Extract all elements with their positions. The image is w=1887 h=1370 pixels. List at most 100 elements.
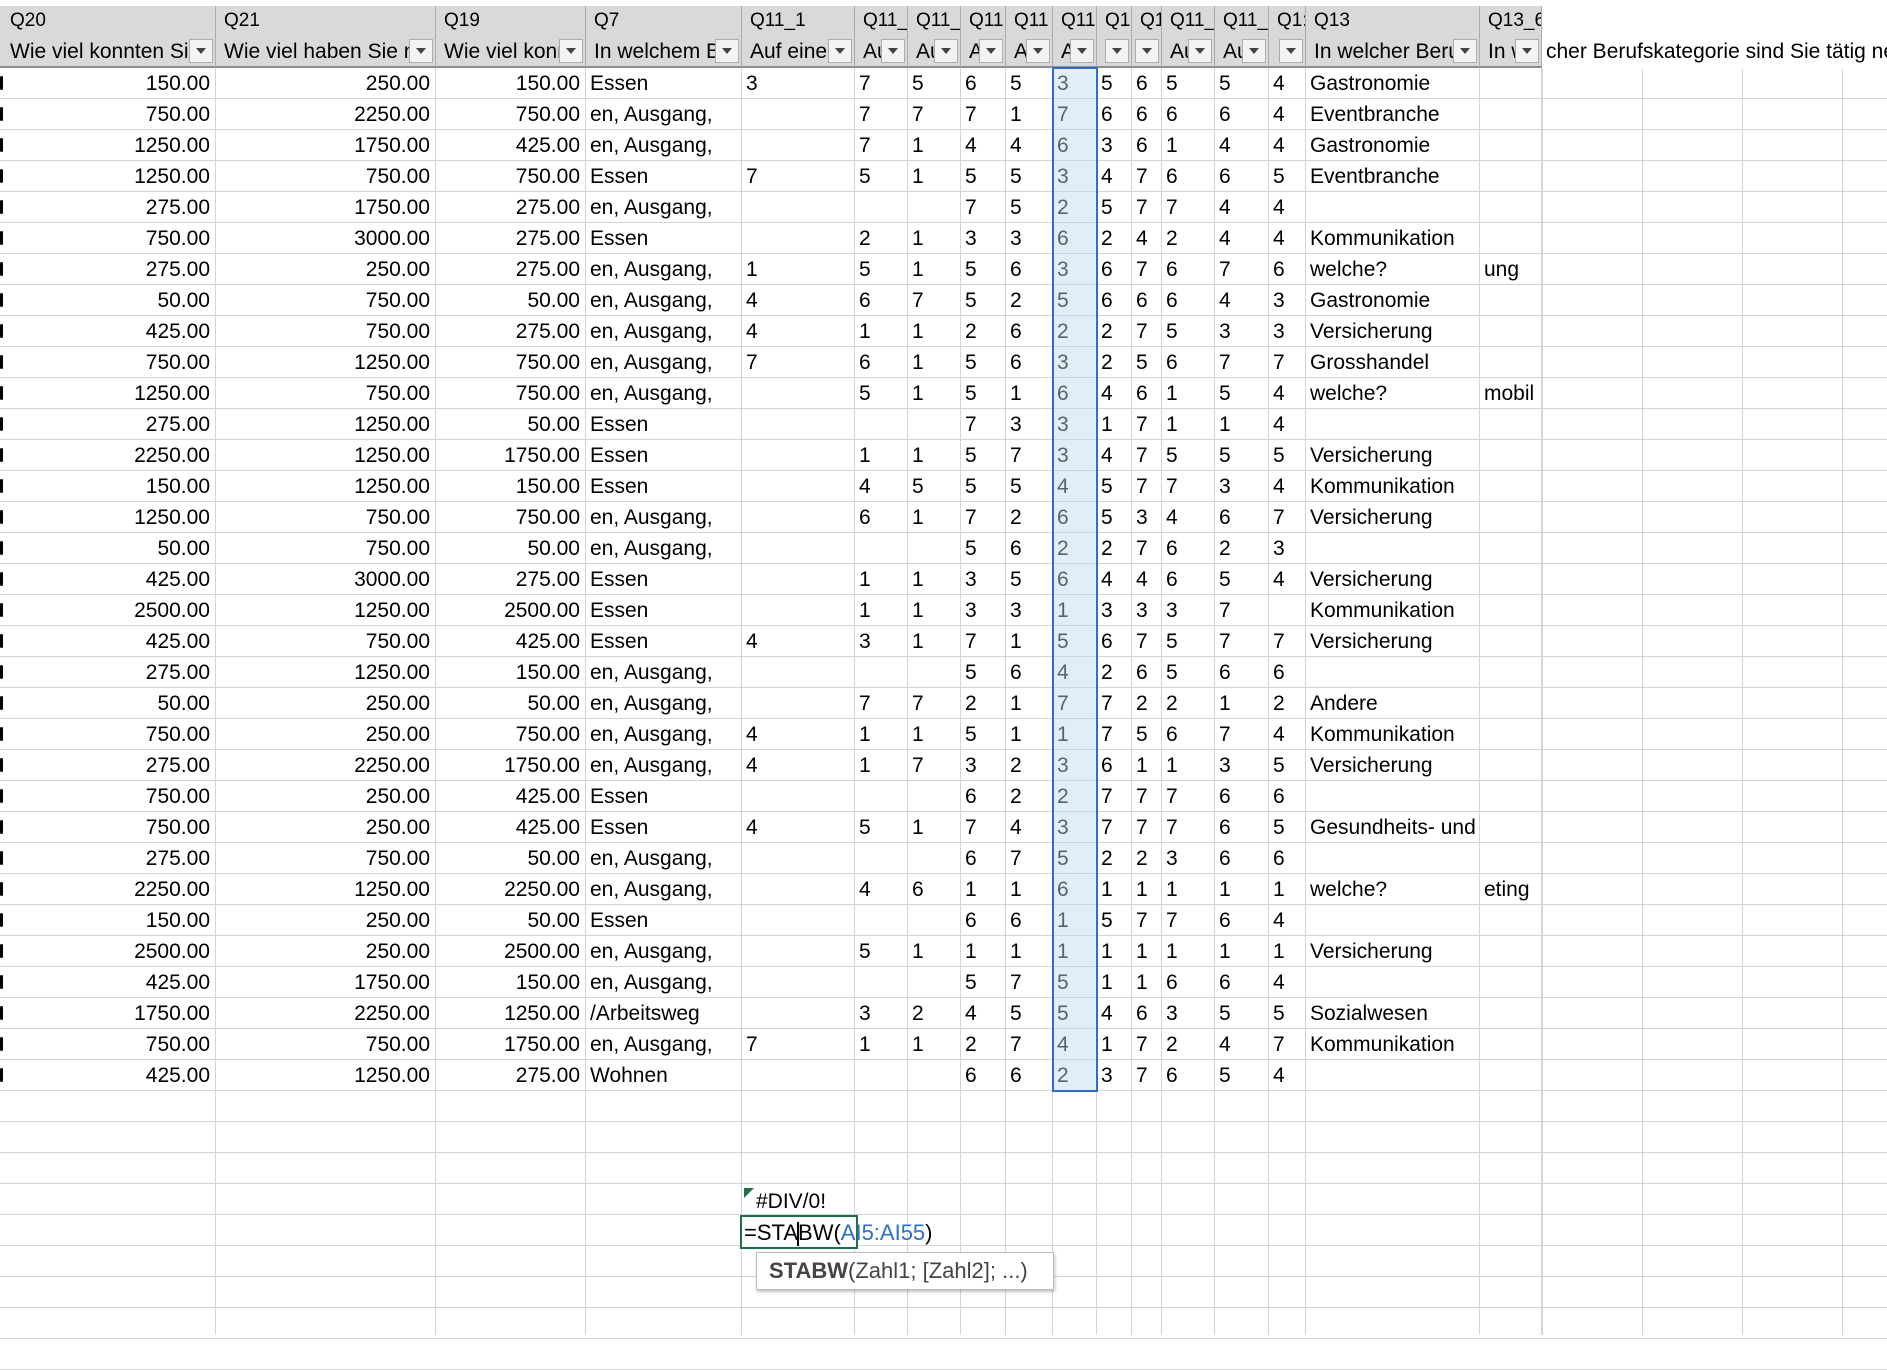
- table-cell[interactable]: 3: [1162, 843, 1215, 874]
- column-code-header[interactable]: Q13_6_TEXT: [1480, 6, 1542, 35]
- column-label-header[interactable]: Wie viel konn: [436, 35, 586, 68]
- table-cell[interactable]: 7: [855, 99, 908, 130]
- table-cell[interactable]: 6: [1162, 285, 1215, 316]
- table-cell[interactable]: [742, 223, 855, 254]
- table-cell[interactable]: 1: [1162, 409, 1215, 440]
- table-cell[interactable]: 2: [1097, 316, 1132, 347]
- table-cell[interactable]: [1306, 657, 1480, 688]
- table-cell[interactable]: 7: [1269, 626, 1306, 657]
- table-cell[interactable]: [1306, 409, 1480, 440]
- table-cell[interactable]: 275.00: [436, 192, 586, 223]
- table-cell[interactable]: 7: [961, 626, 1006, 657]
- table-cell[interactable]: 6: [1006, 905, 1053, 936]
- table-cell[interactable]: 4: [1215, 223, 1269, 254]
- table-cell[interactable]: 6: [1215, 843, 1269, 874]
- table-cell[interactable]: 1: [1215, 688, 1269, 719]
- table-cell[interactable]: 1: [1006, 874, 1053, 905]
- table-cell[interactable]: 7: [961, 502, 1006, 533]
- table-cell[interactable]: 1250.00: [216, 595, 436, 626]
- table-cell[interactable]: [742, 595, 855, 626]
- filter-dropdown-button[interactable]: [559, 39, 583, 63]
- table-cell[interactable]: 5: [961, 161, 1006, 192]
- table-cell[interactable]: en, Ausgang,: [586, 99, 742, 130]
- table-cell[interactable]: [1480, 347, 1542, 378]
- filter-dropdown-button[interactable]: [1453, 39, 1477, 63]
- table-cell[interactable]: 50.00: [436, 843, 586, 874]
- table-cell[interactable]: 4: [1269, 564, 1306, 595]
- table-cell[interactable]: 7: [1097, 812, 1132, 843]
- table-cell[interactable]: 2: [908, 998, 961, 1029]
- table-cell[interactable]: 1: [908, 595, 961, 626]
- table-cell[interactable]: 2: [855, 223, 908, 254]
- table-cell[interactable]: 4: [1132, 223, 1162, 254]
- table-cell[interactable]: [742, 533, 855, 564]
- table-cell[interactable]: 7: [1162, 781, 1215, 812]
- table-cell[interactable]: [1480, 905, 1542, 936]
- table-cell[interactable]: 3: [1162, 595, 1215, 626]
- table-cell[interactable]: 1: [1097, 1029, 1132, 1060]
- table-cell[interactable]: 5: [855, 812, 908, 843]
- table-cell[interactable]: 425.00: [436, 781, 586, 812]
- table-cell[interactable]: 1: [908, 378, 961, 409]
- table-cell[interactable]: 6: [1132, 657, 1162, 688]
- table-cell[interactable]: 4: [855, 874, 908, 905]
- table-cell[interactable]: [1480, 502, 1542, 533]
- table-cell[interactable]: 6: [961, 68, 1006, 99]
- table-cell[interactable]: 1: [855, 595, 908, 626]
- table-cell[interactable]: 250.00: [216, 936, 436, 967]
- table-cell[interactable]: [1306, 533, 1480, 564]
- table-cell[interactable]: 425.00: [0, 626, 216, 657]
- column-label-header[interactable]: In welchem B: [586, 35, 742, 68]
- table-cell[interactable]: 50.00: [436, 285, 586, 316]
- column-code-header[interactable]: Q11: [1053, 6, 1097, 35]
- table-cell[interactable]: 750.00: [216, 1029, 436, 1060]
- table-cell[interactable]: 6: [1132, 68, 1162, 99]
- table-cell[interactable]: Essen: [586, 440, 742, 471]
- table-cell[interactable]: Essen: [586, 626, 742, 657]
- table-cell[interactable]: [1480, 657, 1542, 688]
- table-cell[interactable]: 6: [1162, 533, 1215, 564]
- table-cell[interactable]: 7: [1269, 1029, 1306, 1060]
- table-cell[interactable]: Essen: [586, 409, 742, 440]
- table-cell[interactable]: 6: [855, 347, 908, 378]
- table-cell[interactable]: 7: [1132, 471, 1162, 502]
- table-cell[interactable]: 2500.00: [436, 595, 586, 626]
- filter-dropdown-button[interactable]: [1515, 39, 1539, 63]
- table-cell[interactable]: 1: [1006, 688, 1053, 719]
- table-cell[interactable]: Versicherung: [1306, 626, 1480, 657]
- table-cell[interactable]: [855, 1060, 908, 1091]
- table-cell[interactable]: 275.00: [436, 564, 586, 595]
- table-cell[interactable]: 2: [1132, 688, 1162, 719]
- table-cell[interactable]: 5: [961, 285, 1006, 316]
- table-cell[interactable]: 5: [1162, 68, 1215, 99]
- table-cell[interactable]: 7: [961, 192, 1006, 223]
- table-cell[interactable]: 5: [1097, 905, 1132, 936]
- table-cell[interactable]: 2: [961, 688, 1006, 719]
- selected-range-ai[interactable]: [1052, 67, 1098, 1092]
- table-cell[interactable]: 2: [1006, 750, 1053, 781]
- column-code-header[interactable]: Q13: [1306, 6, 1480, 35]
- column-label-header[interactable]: [1132, 35, 1162, 68]
- table-cell[interactable]: 4: [1269, 68, 1306, 99]
- table-cell[interactable]: 6: [1006, 316, 1053, 347]
- table-cell[interactable]: 1: [908, 502, 961, 533]
- filter-dropdown-button[interactable]: [409, 39, 433, 63]
- table-cell[interactable]: 5: [961, 657, 1006, 688]
- column-label-header[interactable]: [1269, 35, 1306, 68]
- table-cell[interactable]: 425.00: [436, 812, 586, 843]
- table-cell[interactable]: 2250.00: [0, 440, 216, 471]
- column-label-header[interactable]: Au: [855, 35, 908, 68]
- table-cell[interactable]: 1: [1162, 936, 1215, 967]
- table-cell[interactable]: 1250.00: [0, 378, 216, 409]
- table-cell[interactable]: 5: [908, 68, 961, 99]
- table-cell[interactable]: 7: [1132, 161, 1162, 192]
- table-cell[interactable]: 5: [1097, 502, 1132, 533]
- table-cell[interactable]: [1306, 905, 1480, 936]
- table-cell[interactable]: 6: [1132, 998, 1162, 1029]
- table-cell[interactable]: 5: [1215, 378, 1269, 409]
- table-cell[interactable]: 2250.00: [436, 874, 586, 905]
- table-cell[interactable]: [742, 967, 855, 998]
- table-cell[interactable]: 3: [1097, 1060, 1132, 1091]
- table-cell[interactable]: 750.00: [436, 347, 586, 378]
- table-cell[interactable]: 5: [1132, 347, 1162, 378]
